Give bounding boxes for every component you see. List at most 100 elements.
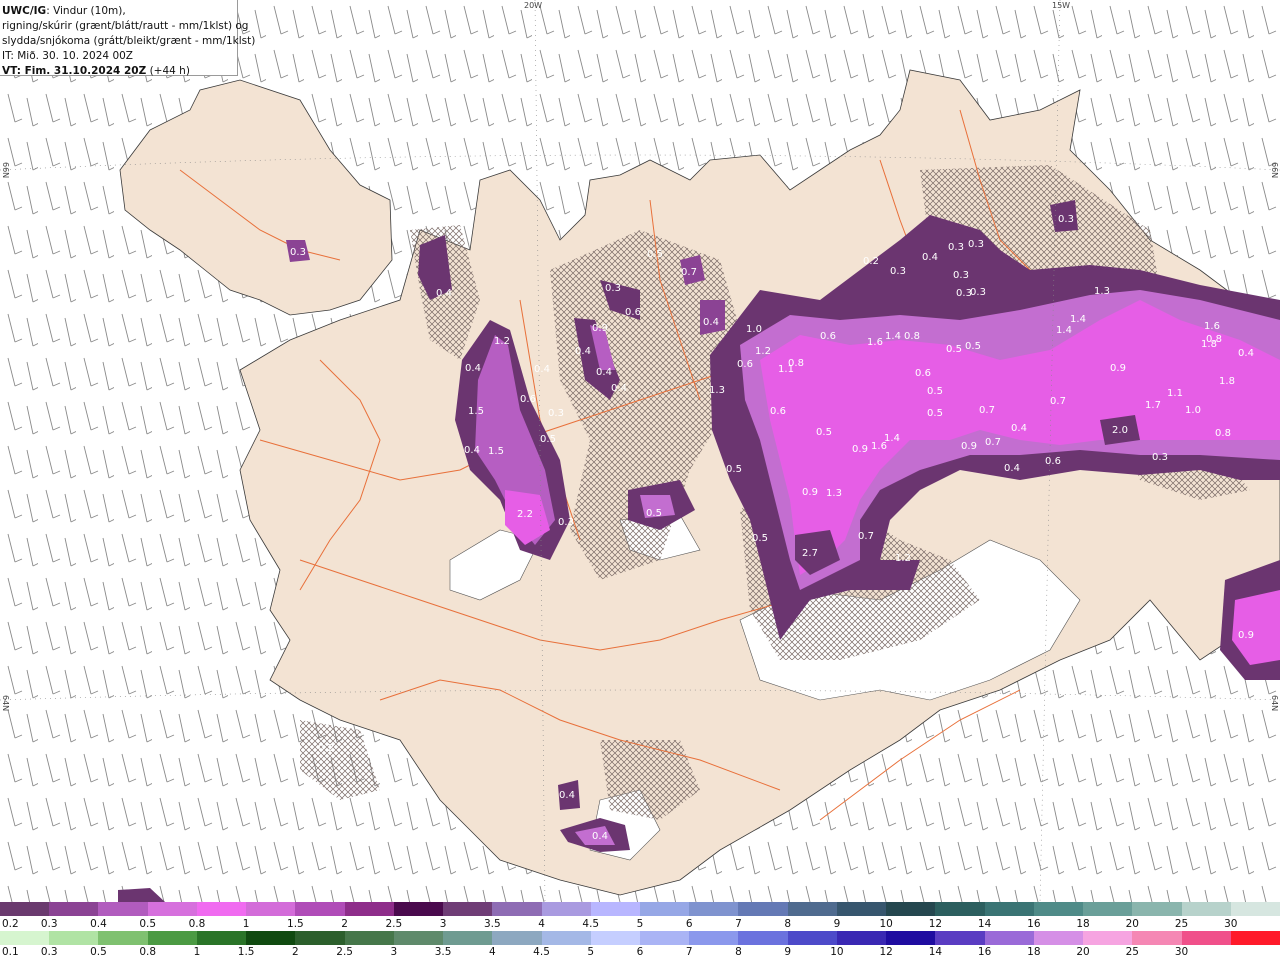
model-code: UWC/IG <box>2 5 47 17</box>
precip-value-label: 0.3 <box>290 247 306 258</box>
precip-value-label: 1.2 <box>895 553 911 564</box>
colorbar-swatch <box>344 931 395 945</box>
precip-value-label: 0.4 <box>1238 348 1254 359</box>
precip-value-label: 0.5 <box>816 427 832 438</box>
colorbar-tick-label: 18 <box>1076 918 1090 930</box>
precip-value-label: 0.9 <box>802 487 818 498</box>
precip-value-label: 0.8 <box>904 331 920 342</box>
colorbar-tick-label: 10 <box>879 918 893 930</box>
colorbar-swatch <box>1181 931 1232 945</box>
colorbar-tick-label: 18 <box>1027 946 1041 958</box>
precip-value-label: 0.5 <box>752 533 768 544</box>
colorbar-swatch <box>1181 902 1232 916</box>
colorbar-tick-label: 1 <box>242 918 250 930</box>
info-line-5: VT: Fim. 31.10.2024 20Z (+44 h) <box>2 64 237 79</box>
info-line-2: rigning/skúrir (grænt/blátt/rautt - mm/1… <box>2 20 249 32</box>
colorbar-swatch <box>590 931 641 945</box>
rain-colorbar-labels: 0.1 0.3 0.5 0.8 1 1.5 2 2.5 3 3.5 4 4.5 5 6 7 8 9 10 12 14 1… <box>0 946 1280 959</box>
colorbar-swatch <box>49 902 100 916</box>
precip-value-label: 0.5 <box>647 249 663 260</box>
precip-value-label: 0.2 <box>318 743 334 754</box>
colorbar-swatch <box>787 902 838 916</box>
precip-value-label: 2.2 <box>517 509 533 520</box>
precip-value-label: 0.6 <box>1045 456 1061 467</box>
colorbar-swatch <box>492 902 543 916</box>
precip-value-label: 0.6 <box>625 307 641 318</box>
colorbar-swatch <box>541 902 592 916</box>
colorbar-tick-label: 0.8 <box>188 918 206 930</box>
precip-value-label: 1.2 <box>494 336 510 347</box>
colorbar-swatch <box>1132 931 1183 945</box>
colorbar-swatch <box>49 931 100 945</box>
colorbar-tick-label: 4.5 <box>582 918 600 930</box>
precip-value-label: 0.5 <box>946 344 962 355</box>
lon-label-20w: 20W <box>524 1 543 10</box>
colorbar-swatch <box>98 902 149 916</box>
colorbar-swatch <box>393 931 445 945</box>
colorbar-tick-label: 7 <box>735 918 742 930</box>
colorbar-tick-label: 5 <box>636 918 644 930</box>
map-canvas: 2.2 1.2 1.5 0.4 0.4 1.5 0.6 0.3 0.5 0.3 0.5 0.9 0.4 0… <box>0 0 1280 902</box>
colorbar-tick-label: 8 <box>784 918 792 930</box>
precip-value-label: 0.3 <box>605 283 621 294</box>
colorbar-swatch <box>886 931 937 945</box>
colorbar-swatch <box>344 902 395 916</box>
precip-value-label: 2.7 <box>802 548 818 559</box>
colorbar-swatch <box>886 902 937 916</box>
colorbar-tick-label: 25 <box>1174 918 1189 930</box>
precip-value-label: 0.3 <box>948 242 964 253</box>
colorbar-swatch <box>443 931 494 945</box>
precip-value-label: 0.7 <box>858 531 874 542</box>
colorbar-tick-label: 12 <box>879 946 893 958</box>
precip-value-label: 0.3 <box>953 270 969 281</box>
colorbar-swatch <box>689 902 740 916</box>
precip-value-label: 0.7 <box>681 267 697 278</box>
precip-value-label: 0.3 <box>970 287 986 298</box>
colorbar-tick-label: 1.5 <box>237 946 255 958</box>
colorbar-tick-label: 20 <box>1076 946 1090 958</box>
precip-value-label: 1.6 <box>1204 321 1220 332</box>
precip-value-label: 0.3 <box>1058 214 1074 225</box>
precip-value-label: 0.5 <box>646 508 662 519</box>
colorbar-swatch <box>590 902 641 916</box>
colorbar-swatch <box>541 931 592 945</box>
colorbar-swatch <box>98 931 149 945</box>
precip-value-label: 0.4 <box>596 367 612 378</box>
colorbar-swatch <box>836 931 888 945</box>
colorbar-tick-label: 3.5 <box>483 918 501 930</box>
precip-value-label: 0.3 <box>558 517 574 528</box>
colorbar-tick-label: 2.5 <box>336 946 353 958</box>
colorbar-swatch <box>1230 931 1280 945</box>
colorbar-swatch <box>246 902 297 916</box>
colorbar-swatch <box>1083 931 1134 945</box>
colorbar-tick-label: 14 <box>977 918 992 930</box>
colorbar-tick-label: 30 <box>1174 946 1189 958</box>
colorbar-tick-label: 1.5 <box>287 918 304 930</box>
precip-value-label: 0.2 <box>863 256 879 267</box>
colorbar-tick-label: 0.2 <box>2 918 19 930</box>
lat-label-66n-left: 66N <box>1 162 10 179</box>
precip-value-label: 1.4 <box>1070 314 1086 325</box>
colorbar-swatch <box>738 902 789 916</box>
colorbar-tick-label: 10 <box>830 946 844 958</box>
colorbar-swatch <box>738 931 789 945</box>
colorbar-swatch <box>1033 931 1085 945</box>
colorbar-swatch <box>0 931 51 945</box>
colorbar-swatch <box>640 902 691 916</box>
colorbar-tick-label: 6 <box>636 946 644 958</box>
precip-value-label: 1.8 <box>1219 376 1235 387</box>
colorbar-tick-label: 3.5 <box>434 946 452 958</box>
colorbar-tick-label: 9 <box>833 918 841 930</box>
precip-value-label: 1.4 <box>885 331 901 342</box>
colorbar-swatch <box>295 931 346 945</box>
colorbar-swatch <box>196 902 248 916</box>
precip-value-label: 2.0 <box>1112 425 1128 436</box>
precip-value-label: 1.3 <box>709 385 725 396</box>
colorbar-tick-label: 0.4 <box>90 918 107 930</box>
info-box: UWC/IG: Vindur (10m), rigning/skúrir (gr… <box>0 0 255 79</box>
colorbar-tick-label: 9 <box>784 946 792 958</box>
precip-value-label: 0.4 <box>922 252 938 263</box>
colorbar-swatch <box>1083 902 1134 916</box>
colorbar-swatch <box>492 931 543 945</box>
precip-value-label: 0.4 <box>464 445 480 456</box>
